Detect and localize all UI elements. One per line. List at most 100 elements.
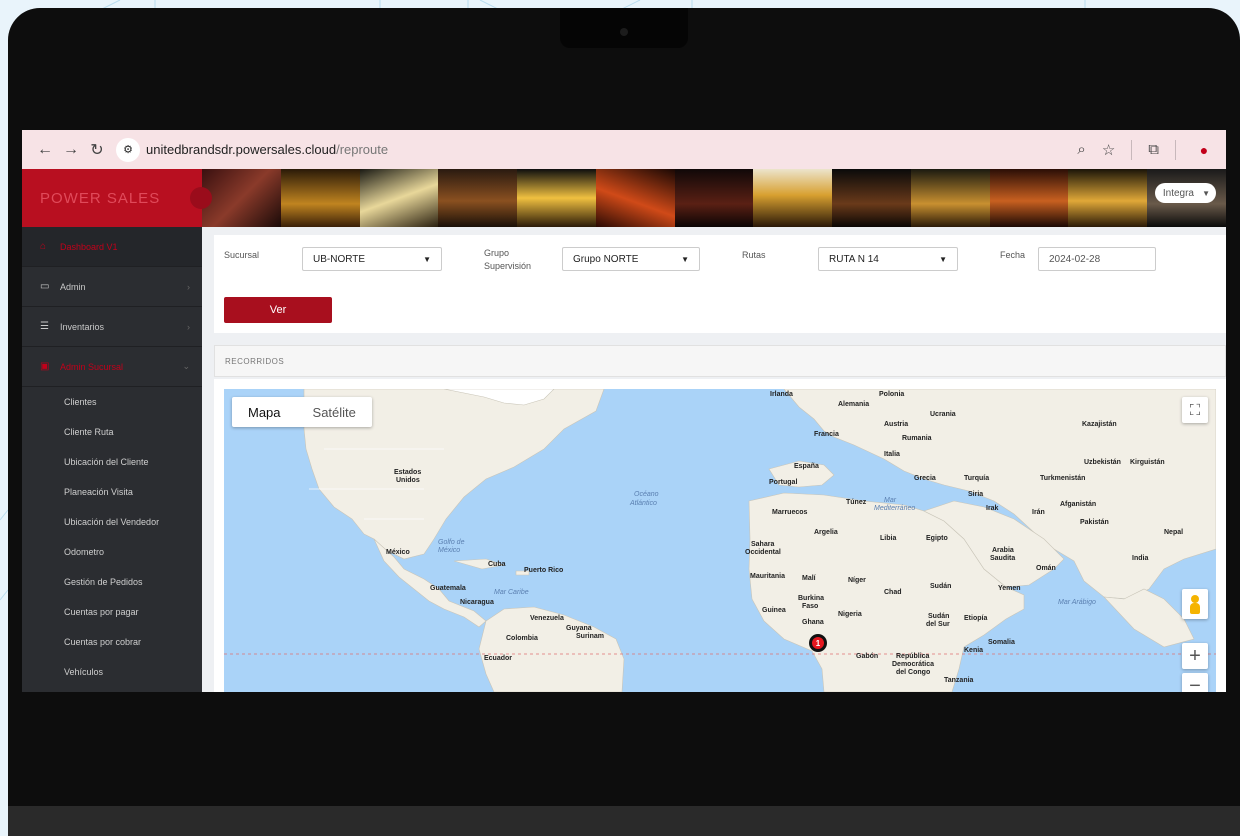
map-label: Yemen — [998, 585, 1021, 592]
map-label: Austria — [884, 421, 909, 428]
map-label: Rumania — [902, 435, 932, 442]
banner-photo — [595, 169, 675, 227]
pegman-icon[interactable] — [1182, 589, 1208, 619]
sidebar-subitem-cliente-ruta[interactable]: Cliente Ruta — [22, 417, 202, 447]
map-label: Siria — [968, 491, 984, 498]
map-label: Italia — [884, 451, 900, 458]
rutas-label: Rutas — [742, 250, 766, 260]
tab-mapa[interactable]: Mapa — [232, 397, 297, 427]
screen: ← → ↻ ⚙ unitedbrandsdr.powersales.cloud /… — [22, 130, 1226, 692]
map-label: Uzbekistán — [1084, 459, 1121, 466]
banner-photo — [359, 169, 439, 227]
rutas-value: RUTA N 14 — [829, 253, 879, 265]
star-icon[interactable]: ☆ — [1102, 141, 1115, 159]
sidebar-subitem-odometro[interactable]: Odometro — [22, 537, 202, 567]
map-label: Irlanda — [770, 391, 793, 398]
map-label: Arabia — [992, 547, 1014, 554]
map-label: Nepal — [1164, 529, 1184, 536]
sidebar-item-admin-sucursal[interactable]: ▣ Admin Sucursal ⌄ — [22, 347, 202, 387]
banner-photo — [674, 169, 754, 227]
map-label: Marruecos — [772, 509, 808, 516]
ver-button[interactable]: Ver — [224, 297, 332, 323]
map-label: Saudita — [990, 555, 1016, 562]
sidebar-subitem-ubicacion-cliente[interactable]: Ubicación del Cliente — [22, 447, 202, 477]
map-type-control: Mapa Satélite — [232, 397, 372, 427]
fullscreen-icon[interactable]: ⛶ — [1182, 397, 1208, 423]
camera-icon — [620, 28, 628, 36]
sidebar-subitem-cuentas-cobrar[interactable]: Cuentas por cobrar — [22, 627, 202, 657]
sucursal-select[interactable]: UB-NORTE ▼ — [302, 247, 442, 271]
back-arrow-icon[interactable]: ← — [32, 141, 58, 159]
map-label: Irak — [986, 505, 999, 512]
brand-text: POWER SALES — [40, 189, 161, 207]
chevron-down-icon: ⌄ — [182, 361, 190, 371]
map-label: Unidos — [396, 477, 420, 484]
sidebar-subitem-planeacion-visita[interactable]: Planeación Visita — [22, 477, 202, 507]
zoom-in-button[interactable]: + — [1182, 643, 1208, 669]
banner-photo — [280, 169, 360, 227]
map-label: Mar Arábigo — [1058, 599, 1096, 606]
sidebar-item-inventarios[interactable]: ☰ Inventarios › — [22, 307, 202, 347]
sidebar-subitem-gestion-pedidos[interactable]: Gestión de Pedidos — [22, 567, 202, 597]
map-label: Turkmenistán — [1040, 475, 1086, 482]
banner-photo — [202, 169, 281, 227]
extensions-icon[interactable]: ⧉ — [1148, 141, 1159, 158]
map-label: Faso — [802, 603, 819, 610]
sidebar-item-label: Admin Sucursal — [60, 361, 124, 372]
chevron-down-icon: ▼ — [1202, 188, 1210, 198]
map-label: Guyana — [566, 625, 592, 632]
profile-icon[interactable]: ● — [1192, 137, 1216, 162]
map-label: Nigeria — [838, 611, 862, 618]
forward-arrow-icon[interactable]: → — [58, 141, 84, 159]
sidebar-item-dashboard[interactable]: ⌂ Dashboard V1 — [22, 227, 202, 267]
fecha-input[interactable]: 2024-02-28 — [1038, 247, 1156, 271]
monitor-icon: ▣ — [40, 361, 50, 372]
map-label: Portugal — [769, 479, 798, 486]
brand-logo[interactable]: POWER SALES — [22, 169, 212, 227]
zoom-icon[interactable]: ⌕ — [1077, 141, 1085, 158]
banner-photos — [202, 169, 1226, 227]
map-label: Chad — [884, 589, 902, 596]
tab-satelite[interactable]: Satélite — [297, 397, 372, 427]
main-content: Sucursal UB-NORTE ▼ Grupo Supervisión Gru… — [214, 227, 1226, 692]
route-marker[interactable]: 1 — [809, 634, 827, 652]
list-icon: ☰ — [40, 321, 49, 332]
sidebar-subitem-clientes[interactable]: Clientes — [22, 387, 202, 417]
map-label: Mauritania — [750, 573, 786, 580]
dropdown-arrow-icon: ▼ — [939, 254, 947, 264]
reload-icon[interactable]: ↻ — [84, 140, 110, 160]
user-menu[interactable]: Integra ▼ — [1154, 183, 1216, 203]
sidebar-toggle[interactable] — [190, 187, 212, 209]
route-map[interactable]: Mapa Satélite ⛶ + − 1 Irlanda Polonia Al… — [224, 389, 1216, 692]
map-label: Tanzania — [944, 677, 974, 684]
map-label: Venezuela — [530, 615, 564, 622]
address-bar[interactable]: ⚙ unitedbrandsdr.powersales.cloud/reprou… — [116, 137, 388, 162]
map-label: Somalia — [988, 639, 1015, 646]
map-label: Ucrania — [930, 411, 956, 418]
map-label: Omán — [1036, 565, 1056, 572]
map-label: Sudán — [930, 583, 952, 590]
map-label: Libia — [880, 535, 897, 542]
map-label: Afganistán — [1060, 501, 1097, 508]
camera-notch — [560, 8, 688, 48]
map-label: México — [386, 549, 410, 556]
map-label: del Sur — [926, 621, 950, 628]
map-label: Kirguistán — [1130, 459, 1165, 466]
recorridos-header: RECORRIDOS — [214, 345, 1226, 377]
sidebar-item-admin[interactable]: ▭ Admin › — [22, 267, 202, 307]
map-label: Guinea — [762, 607, 786, 614]
map-label: Túnez — [846, 499, 867, 506]
map-label: Ghana — [802, 619, 824, 626]
sidebar-subitem-cuentas-pagar[interactable]: Cuentas por pagar — [22, 597, 202, 627]
map-label: Etiopía — [964, 615, 988, 622]
sidebar-subitem-vehiculos[interactable]: Vehículos — [22, 657, 202, 687]
map-label: Surinam — [576, 633, 605, 640]
rutas-select[interactable]: RUTA N 14 ▼ — [818, 247, 958, 271]
grupo-value: Grupo NORTE — [573, 253, 639, 265]
grupo-select[interactable]: Grupo NORTE ▼ — [562, 247, 700, 271]
toolbar-divider — [1131, 139, 1133, 160]
sidebar-subitem-ubicacion-vendedor[interactable]: Ubicación del Vendedor — [22, 507, 202, 537]
site-settings-icon[interactable]: ⚙ — [116, 137, 140, 162]
zoom-out-button[interactable]: − — [1182, 673, 1208, 692]
banner-photo — [832, 169, 911, 227]
